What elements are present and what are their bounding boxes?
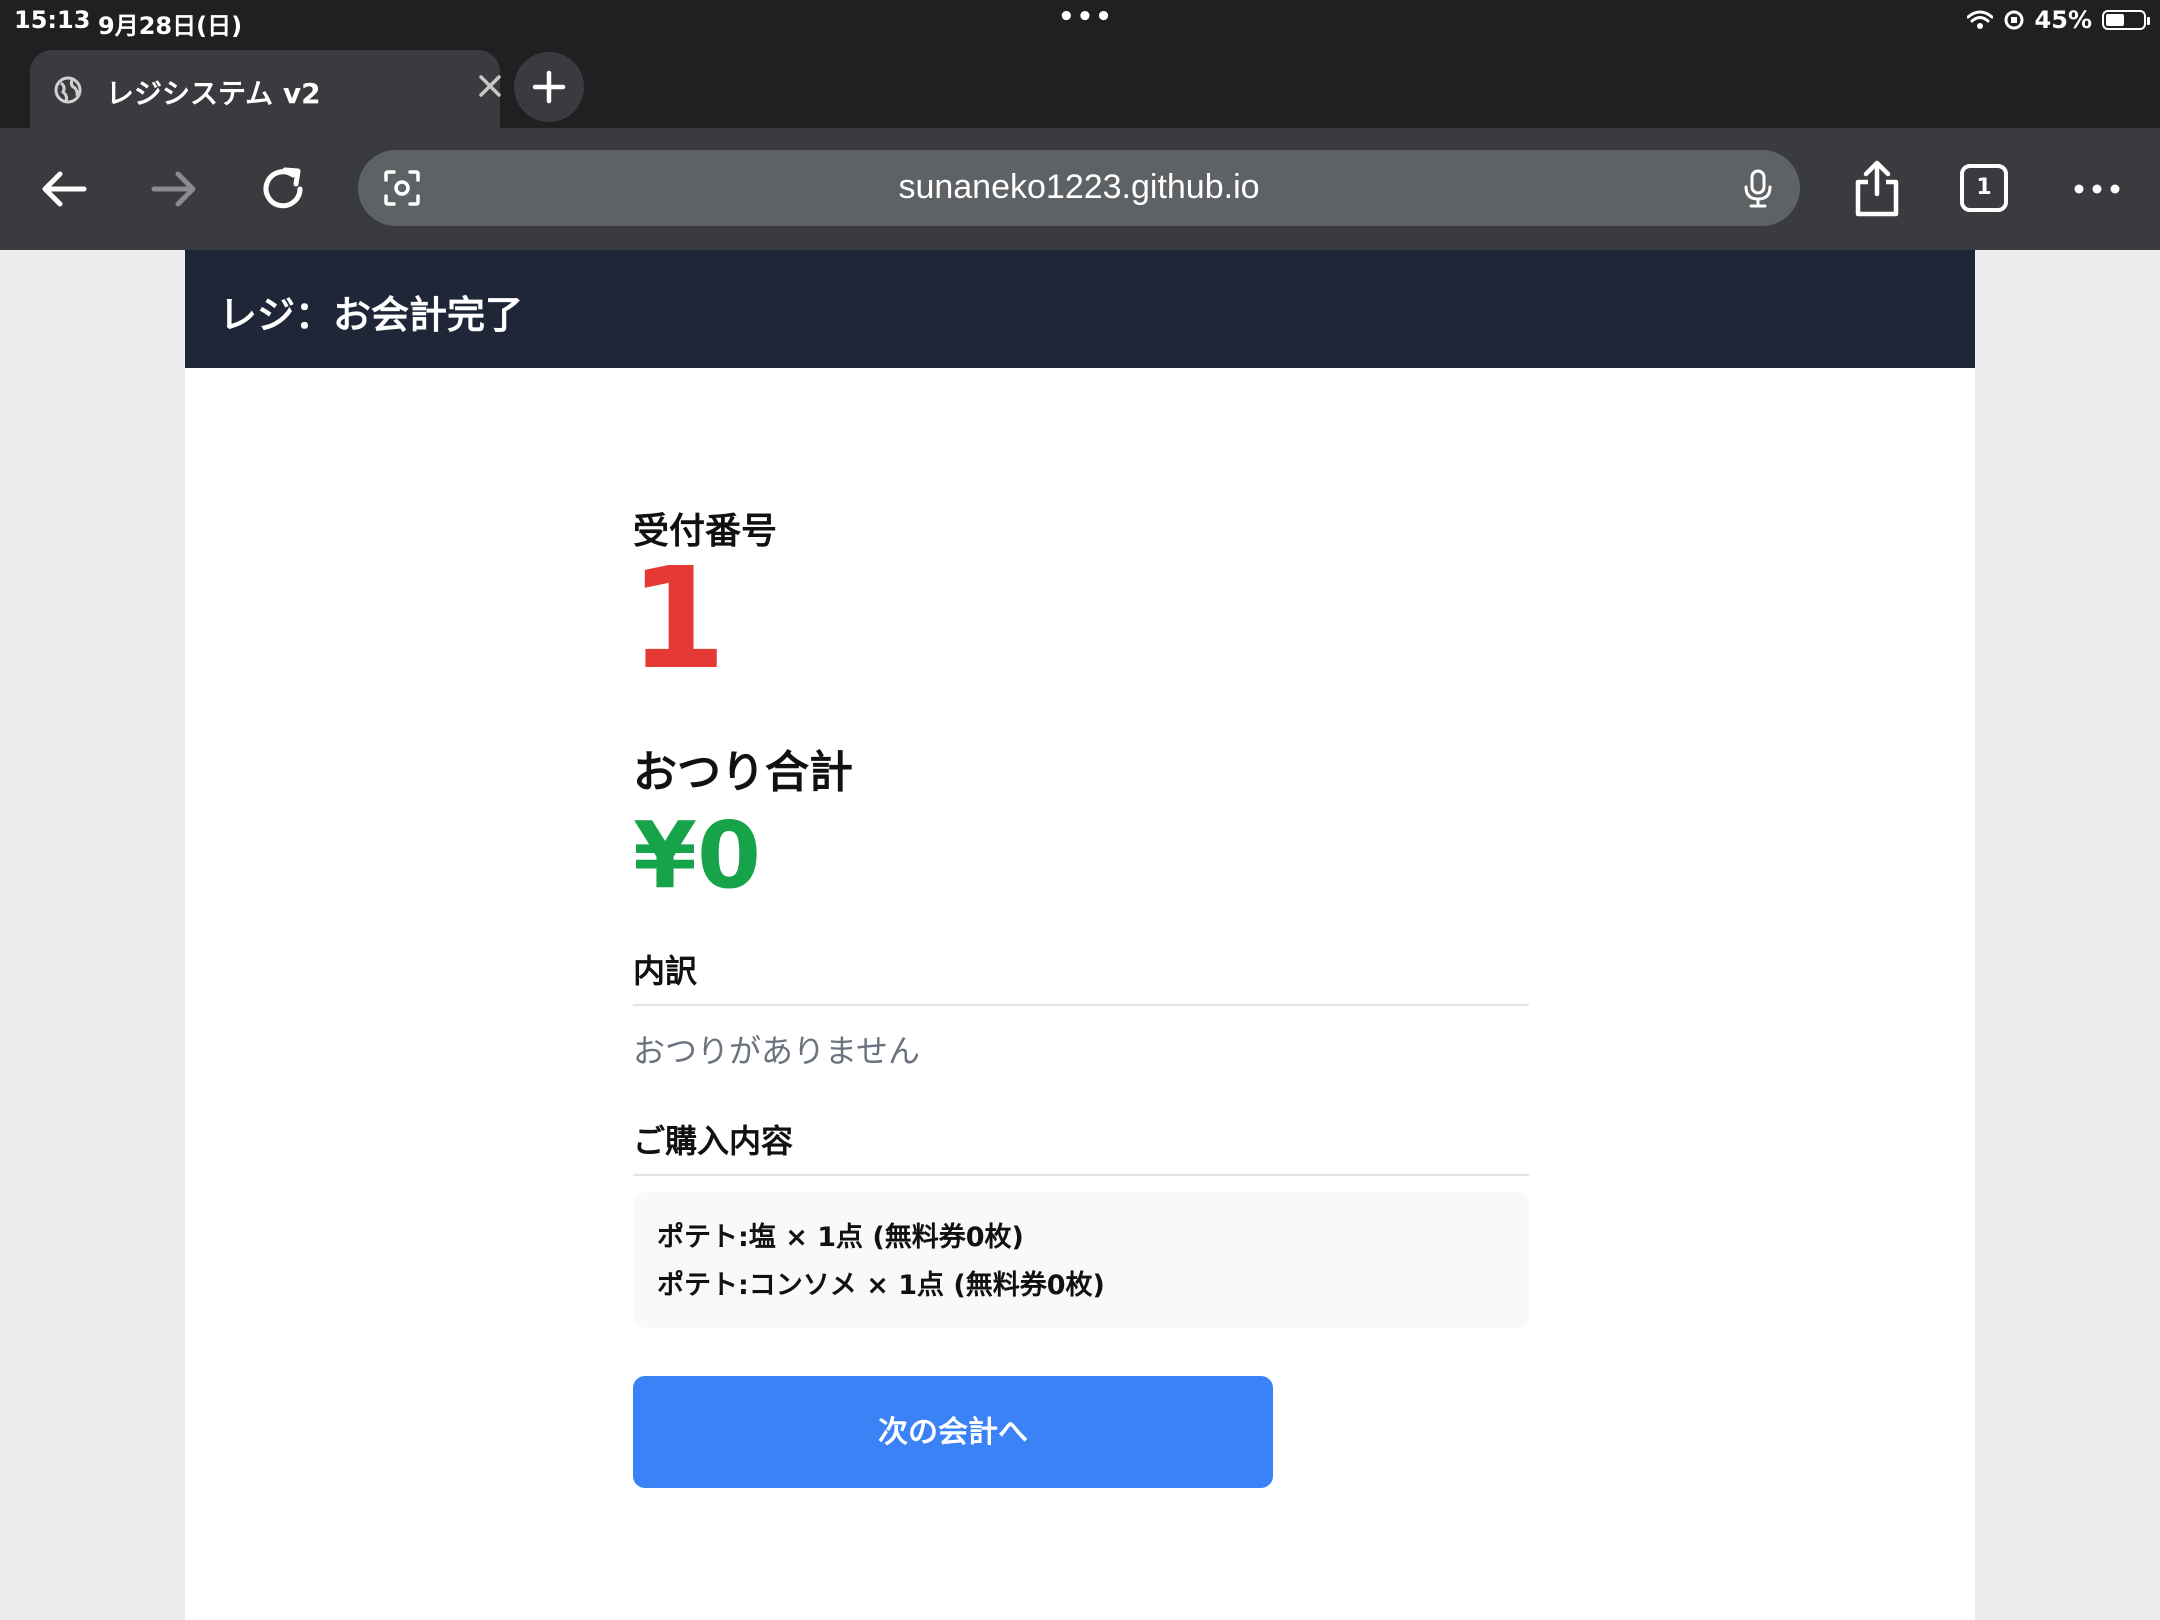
browser-tab[interactable]: レジシステム v2 (30, 50, 501, 128)
globe-icon (54, 76, 82, 104)
reload-icon[interactable] (252, 158, 314, 220)
battery-percent: 45% (2034, 6, 2092, 34)
change-total-label: おつり合計 (633, 747, 853, 798)
divider (633, 1004, 1529, 1006)
purchase-label: ご購入内容 (633, 1122, 794, 1160)
status-right: 45% (1966, 6, 2150, 34)
breakdown-empty-text: おつりがありません (633, 1032, 921, 1070)
purchase-items-list: ポテト:塩 × 1点 (無料券0枚) ポテト:コンソメ × 1点 (無料券0枚) (633, 1192, 1529, 1328)
status-bar: 15:13 9月28日(日) ••• 45% (0, 0, 2160, 42)
back-arrow-icon[interactable] (34, 158, 96, 220)
battery-icon (2102, 10, 2150, 30)
list-item: ポテト:コンソメ × 1点 (無料券0枚) (657, 1270, 1105, 1301)
plus-icon (532, 70, 566, 104)
url-text: sunaneko1223.github.io (898, 168, 1260, 206)
new-tab-button[interactable] (514, 52, 584, 122)
wifi-icon (1966, 10, 1993, 29)
status-time: 15:13 (14, 6, 91, 34)
page-title: レジ：お会計完了 (219, 293, 524, 337)
browser-toolbar: sunaneko1223.github.io 1 (0, 128, 2160, 250)
divider (633, 1174, 1529, 1176)
page-card: レジ：お会計完了 受付番号 1 おつり合計 ¥0 内訳 おつりがありません ご購… (185, 250, 1975, 1620)
status-date: 9月28日(日) (98, 12, 243, 40)
orientation-lock-icon (2004, 10, 2024, 30)
close-tab-icon[interactable] (470, 66, 510, 106)
list-item: ポテト:塩 × 1点 (無料券0枚) (657, 1222, 1024, 1253)
page-header: レジ：お会計完了 (185, 250, 1975, 368)
multitask-dots[interactable]: ••• (1058, 2, 1114, 32)
tab-count-button[interactable]: 1 (1960, 164, 2008, 212)
change-total: ¥0 (633, 802, 762, 909)
mic-icon[interactable] (1736, 166, 1780, 210)
receipt-number: 1 (629, 538, 727, 701)
share-icon[interactable] (1846, 158, 1908, 220)
next-checkout-button[interactable]: 次の会計へ (633, 1376, 1273, 1488)
forward-arrow-icon[interactable] (142, 158, 204, 220)
breakdown-label: 内訳 (633, 952, 698, 990)
tab-title: レジシステム v2 (106, 77, 321, 110)
address-bar[interactable]: sunaneko1223.github.io (358, 150, 1800, 226)
more-icon[interactable] (2066, 158, 2128, 220)
tab-strip: レジシステム v2 (0, 42, 2160, 128)
